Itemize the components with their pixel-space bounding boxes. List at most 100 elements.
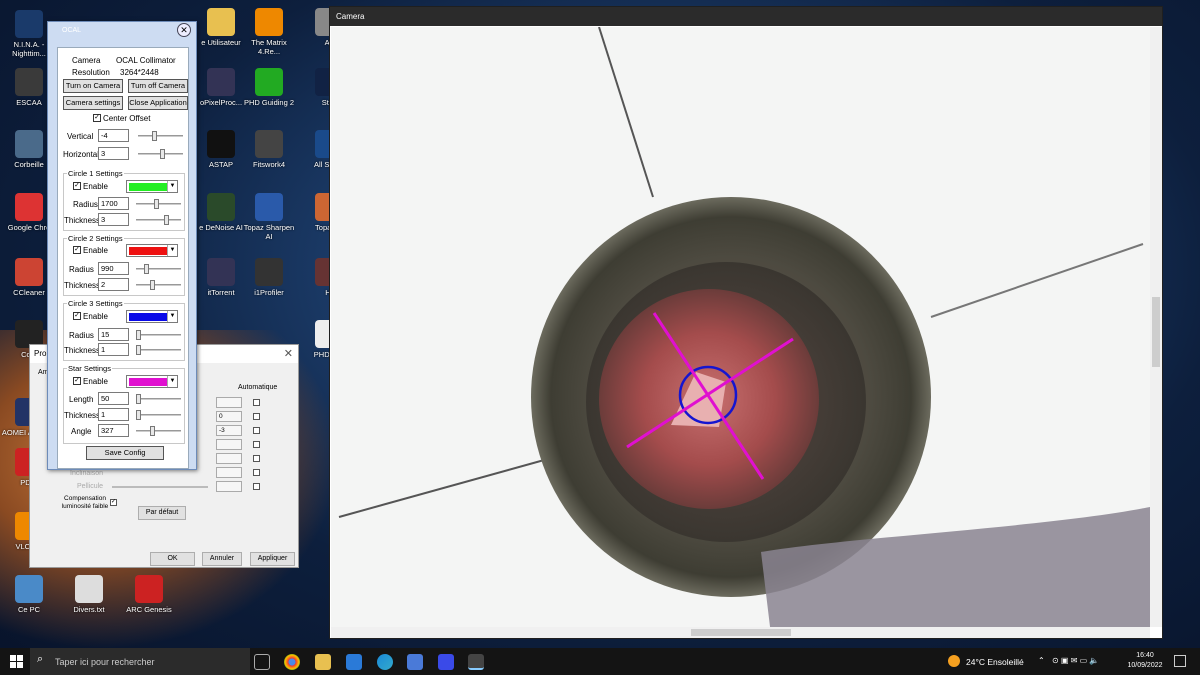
- chrome-icon[interactable]: [284, 654, 300, 670]
- task-view-icon[interactable]: [254, 654, 270, 670]
- slider-knob[interactable]: [136, 330, 141, 340]
- star-thickness-input[interactable]: 1: [98, 408, 129, 421]
- star-thickness-slider[interactable]: [136, 410, 181, 420]
- desktop-icon[interactable]: Fitswork4: [240, 130, 298, 169]
- document-icon[interactable]: [407, 654, 423, 670]
- chevron-down-icon[interactable]: ▼: [167, 376, 177, 387]
- circle-2-radius-slider[interactable]: [136, 264, 181, 274]
- chevron-down-icon[interactable]: ▼: [167, 245, 177, 256]
- circle-1-thickness-input[interactable]: 3: [98, 213, 129, 226]
- turn-off-camera-button[interactable]: Turn off Camera: [128, 79, 188, 93]
- desktop-icon[interactable]: Divers.txt: [60, 575, 118, 614]
- turn-on-camera-button[interactable]: Turn on Camera: [63, 79, 123, 93]
- horizontal-scroll-thumb[interactable]: [691, 629, 791, 636]
- horizontal-scrollbar[interactable]: [331, 627, 1150, 638]
- taskbar-clock[interactable]: 16:40 10/09/2022: [1125, 651, 1165, 671]
- desktop-icon[interactable]: ARC Genesis: [120, 575, 178, 614]
- auto-checkbox[interactable]: [253, 413, 260, 420]
- chevron-down-icon[interactable]: ▼: [167, 311, 177, 322]
- app-icon[interactable]: [438, 654, 454, 670]
- slider-knob[interactable]: [136, 410, 141, 420]
- circle-3-thickness-slider[interactable]: [136, 345, 181, 355]
- vertical-scrollbar[interactable]: [1150, 27, 1162, 627]
- circle-1-thickness-slider[interactable]: [136, 215, 181, 225]
- star-angle-slider[interactable]: [136, 426, 181, 436]
- apply-button[interactable]: Appliquer: [250, 552, 295, 566]
- chevron-up-icon[interactable]: ⌃: [1038, 656, 1045, 665]
- system-tray-icons[interactable]: ⊙ ▣ ✉ ▭ 🔈: [1052, 656, 1099, 665]
- slider-knob[interactable]: [150, 426, 155, 436]
- default-button[interactable]: Par défaut: [138, 506, 186, 520]
- auto-checkbox[interactable]: [253, 399, 260, 406]
- horizontal-slider[interactable]: [138, 149, 183, 159]
- slider-knob[interactable]: [160, 149, 165, 159]
- save-config-button[interactable]: Save Config: [86, 446, 164, 460]
- notifications-icon[interactable]: [1174, 655, 1186, 667]
- circle-2-enable-checkbox[interactable]: ✓: [73, 246, 81, 254]
- vertical-slider[interactable]: [138, 131, 183, 141]
- slider-knob[interactable]: [154, 199, 159, 209]
- ok-button[interactable]: OK: [150, 552, 195, 566]
- close-application-button[interactable]: Close Application: [128, 96, 188, 110]
- ocal-window[interactable]: OCAL ✕ Camera OCAL Collimator Resolution…: [47, 21, 197, 470]
- circle-2-radius-input[interactable]: 990: [98, 262, 129, 275]
- prop-value-box[interactable]: [216, 453, 242, 464]
- horizontal-input[interactable]: 3: [98, 147, 129, 160]
- vertical-input[interactable]: -4: [98, 129, 129, 142]
- auto-checkbox[interactable]: [253, 427, 260, 434]
- star-length-slider[interactable]: [136, 394, 181, 404]
- desktop-icon[interactable]: Ce PC: [0, 575, 58, 614]
- close-icon[interactable]: ✕: [177, 23, 191, 37]
- circle-3-thickness-input[interactable]: 1: [98, 343, 129, 356]
- star-angle-input[interactable]: 327: [98, 424, 129, 437]
- circle-2-color-select[interactable]: ▼: [126, 244, 178, 257]
- weather-text[interactable]: 24°C Ensoleillé: [966, 657, 1024, 667]
- prop-value-box[interactable]: [216, 439, 242, 450]
- slider-knob[interactable]: [150, 280, 155, 290]
- circle-1-color-select[interactable]: ▼: [126, 180, 178, 193]
- desktop-icon[interactable]: Topaz Sharpen AI: [240, 193, 298, 241]
- mail-icon[interactable]: [346, 654, 362, 670]
- prop-value-box[interactable]: 0: [216, 411, 242, 422]
- windows-start-icon[interactable]: [10, 655, 23, 668]
- desktop-icon[interactable]: i1Profiler: [240, 258, 298, 297]
- pellicule-slider[interactable]: [112, 486, 208, 488]
- auto-checkbox[interactable]: [253, 469, 260, 476]
- circle-1-enable-checkbox[interactable]: ✓: [73, 182, 81, 190]
- auto-checkbox[interactable]: [253, 483, 260, 490]
- star-enable-checkbox[interactable]: ✓: [73, 377, 81, 385]
- star-length-input[interactable]: 50: [98, 392, 129, 405]
- cancel-button[interactable]: Annuler: [202, 552, 242, 566]
- center-offset-checkbox[interactable]: ✓: [93, 114, 101, 122]
- slider-knob[interactable]: [144, 264, 149, 274]
- prop-value-box[interactable]: -3: [216, 425, 242, 436]
- slider-knob[interactable]: [152, 131, 157, 141]
- slider-knob[interactable]: [136, 345, 141, 355]
- close-icon[interactable]: ✕: [284, 347, 293, 360]
- circle-1-radius-input[interactable]: 1700: [98, 197, 129, 210]
- slider-knob[interactable]: [136, 394, 141, 404]
- circle-3-radius-input[interactable]: 15: [98, 328, 129, 341]
- chevron-down-icon[interactable]: ▼: [167, 181, 177, 192]
- camera-settings-button[interactable]: Camera settings: [63, 96, 123, 110]
- circle-2-thickness-input[interactable]: 2: [98, 278, 129, 291]
- prop-value-box[interactable]: [216, 481, 242, 492]
- desktop-icon[interactable]: The Matrix 4.Re...: [240, 8, 298, 56]
- slider-knob[interactable]: [164, 215, 169, 225]
- prop-value-box[interactable]: [216, 397, 242, 408]
- auto-checkbox[interactable]: [253, 455, 260, 462]
- circle-3-radius-slider[interactable]: [136, 330, 181, 340]
- circle-1-radius-slider[interactable]: [136, 199, 181, 209]
- circle-3-color-select[interactable]: ▼: [126, 310, 178, 323]
- camera-window[interactable]: Camera: [329, 6, 1163, 639]
- desktop-icon[interactable]: PHD Guiding 2: [240, 68, 298, 107]
- auto-checkbox[interactable]: [253, 441, 260, 448]
- star-color-select[interactable]: ▼: [126, 375, 178, 388]
- compensation-checkbox[interactable]: ✓: [110, 499, 117, 506]
- ocal-taskbar-icon[interactable]: [468, 654, 484, 670]
- edge-icon[interactable]: [377, 654, 393, 670]
- circle-3-enable-checkbox[interactable]: ✓: [73, 312, 81, 320]
- prop-value-box[interactable]: [216, 467, 242, 478]
- circle-2-thickness-slider[interactable]: [136, 280, 181, 290]
- file-explorer-icon[interactable]: [315, 654, 331, 670]
